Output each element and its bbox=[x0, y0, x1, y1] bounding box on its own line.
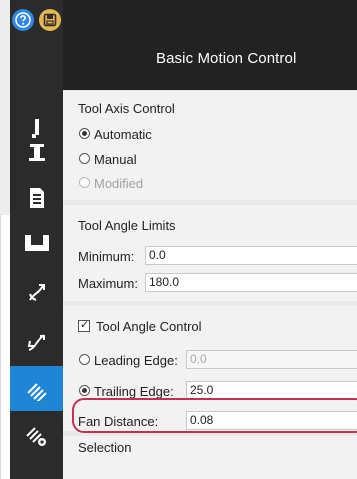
document-icon[interactable] bbox=[10, 175, 63, 220]
selection-section: Selection bbox=[63, 436, 357, 479]
tool-axis-title: Tool Axis Control bbox=[78, 101, 175, 116]
radio-manual[interactable] bbox=[79, 153, 90, 164]
selection-title: Selection bbox=[78, 440, 132, 455]
maximum-input[interactable]: 180.0 bbox=[145, 273, 357, 292]
leading-edge-label: Leading Edge: bbox=[94, 353, 178, 368]
radio-leading-edge[interactable] bbox=[79, 354, 90, 365]
tool-angle-control-checkbox[interactable]: ✓ bbox=[78, 319, 90, 332]
tool-angle-limits-section: Tool Angle Limits Minimum: 0.0 Maximum: … bbox=[63, 205, 357, 301]
lines-fan-icon[interactable] bbox=[10, 366, 63, 411]
fan-distance-highlight bbox=[72, 398, 357, 433]
minimum-label: Minimum: bbox=[78, 249, 135, 264]
tool-angle-limits-title: Tool Angle Limits bbox=[78, 218, 176, 233]
minimum-input[interactable]: 0.0 bbox=[145, 246, 357, 265]
label-modified: Modified bbox=[94, 176, 144, 191]
tool-axis-section: Tool Axis Control Automatic Manual Modif… bbox=[63, 91, 357, 200]
left-divider bbox=[0, 215, 1, 479]
title-bar: Basic Motion Control bbox=[63, 0, 357, 90]
radio-modified[interactable] bbox=[79, 177, 90, 188]
lines-gear-icon[interactable] bbox=[10, 413, 63, 458]
tool-holder-icon[interactable] bbox=[10, 130, 63, 175]
window-title: Basic Motion Control bbox=[156, 50, 297, 67]
reverse-curve-arrow-icon[interactable] bbox=[10, 320, 63, 365]
tool-angle-control-label: Tool Angle Control bbox=[96, 319, 202, 334]
label-automatic: Automatic bbox=[94, 127, 152, 142]
trailing-edge-label: Trailing Edge: bbox=[94, 384, 174, 399]
radio-automatic[interactable] bbox=[79, 128, 90, 139]
check-icon: ✓ bbox=[80, 319, 90, 331]
maximum-label: Maximum: bbox=[78, 276, 138, 291]
help-icon[interactable] bbox=[12, 9, 34, 31]
leading-edge-input[interactable]: 0.0 bbox=[186, 350, 357, 369]
save-icon[interactable] bbox=[39, 9, 61, 31]
radio-trailing-edge[interactable] bbox=[79, 385, 90, 396]
label-manual: Manual bbox=[94, 152, 137, 167]
bucket-icon[interactable] bbox=[10, 220, 63, 265]
curve-arrow-icon[interactable] bbox=[10, 270, 63, 315]
